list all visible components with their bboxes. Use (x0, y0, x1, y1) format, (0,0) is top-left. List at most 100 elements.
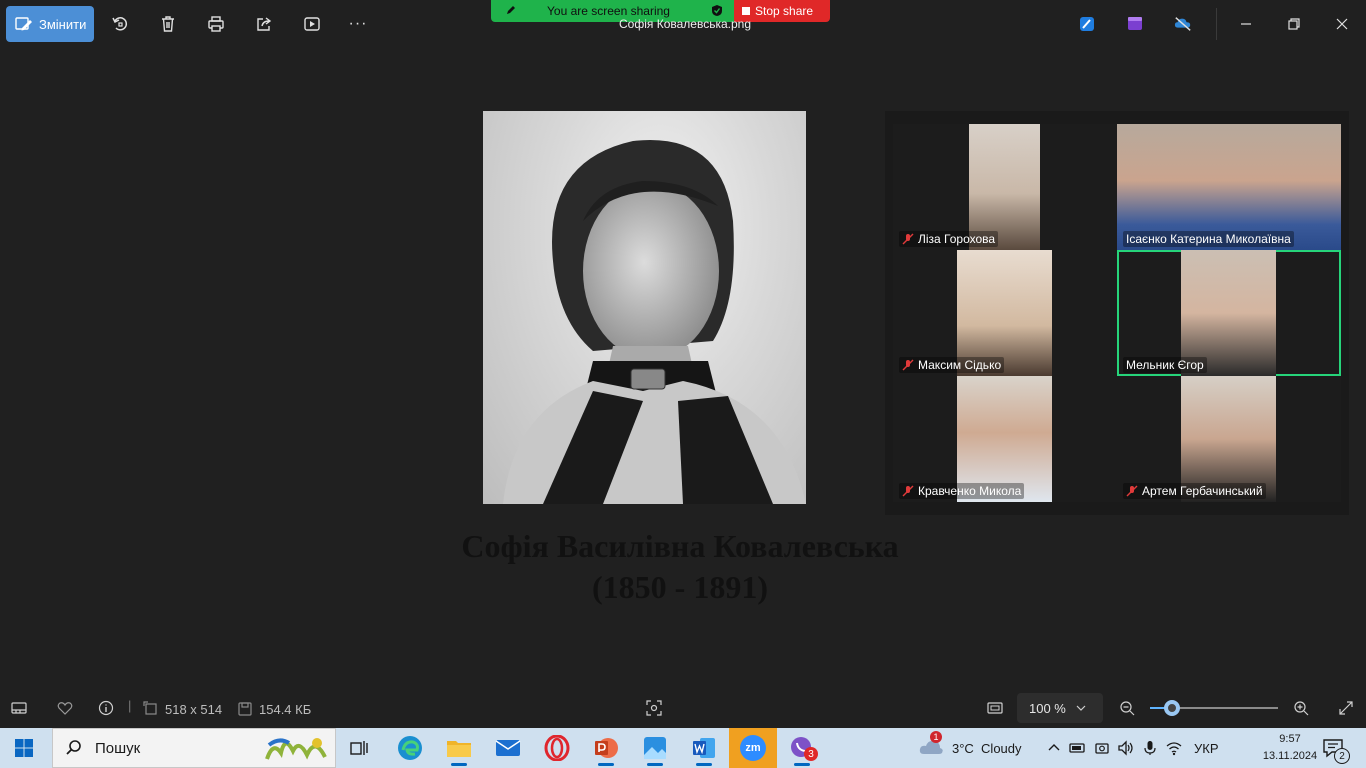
speaker-icon[interactable] (1117, 740, 1135, 756)
delete-button[interactable] (156, 12, 180, 36)
taskbar-search-box[interactable]: Пошук (52, 728, 336, 768)
participant-tile-speaking[interactable]: Мельник Єгор (1117, 250, 1341, 376)
mail-icon (495, 740, 521, 756)
slideshow-icon (304, 17, 320, 31)
dimensions-value: 518 x 514 (165, 701, 223, 717)
participant-name-tag: Ліза Горохова (899, 231, 999, 247)
crop-button[interactable] (646, 700, 662, 716)
more-options-button[interactable]: ··· (346, 12, 370, 36)
participant-name-tag: Артем Гербачинський (1123, 483, 1266, 499)
edit-button-label: Змінити (39, 16, 87, 32)
participant-name: Мельник Єгор (1126, 358, 1204, 372)
chevron-up-icon[interactable] (1046, 740, 1062, 756)
battery-icon[interactable] (1069, 740, 1087, 756)
word-app[interactable] (680, 728, 728, 768)
fullscreen-button[interactable] (1338, 700, 1354, 716)
participant-tile[interactable]: Ісаєнко Катерина Миколаївна (1117, 124, 1341, 250)
participant-tile[interactable]: Кравченко Микола (893, 376, 1117, 502)
edit-button[interactable]: Змінити (6, 6, 94, 42)
minimize-icon (1241, 23, 1251, 25)
clock-time: 9:57 (1279, 733, 1301, 745)
participant-tile[interactable]: Артем Гербачинський (1117, 376, 1341, 502)
clipchamp-button[interactable] (1123, 12, 1147, 36)
webcam-icon[interactable] (1094, 740, 1110, 756)
rotate-icon (112, 17, 128, 31)
weather-alert-badge: 1 (930, 730, 942, 743)
opera-app[interactable] (533, 728, 581, 768)
mic-muted-icon (902, 359, 914, 371)
zoom-out-button[interactable] (1119, 700, 1135, 716)
onedrive-button[interactable] (1171, 12, 1195, 36)
fit-to-window-button[interactable] (987, 700, 1003, 716)
participant-name: Кравченко Микола (918, 484, 1022, 498)
file-title: Софія Ковалевська.png (619, 17, 751, 31)
designer-button[interactable] (1075, 12, 1099, 36)
mic-muted-icon (902, 233, 914, 245)
powerpoint-app[interactable] (582, 728, 630, 768)
favorite-button[interactable] (57, 700, 73, 716)
onedrive-off-icon (1174, 17, 1191, 31)
start-button[interactable] (0, 728, 48, 768)
search-highlight-icon (265, 738, 327, 760)
minimize-button[interactable] (1234, 12, 1258, 36)
close-button[interactable] (1330, 12, 1354, 36)
wifi-icon[interactable] (1165, 740, 1183, 756)
edge-app[interactable] (386, 728, 434, 768)
participant-tile[interactable]: Максим Сідько (893, 250, 1117, 376)
toolbar-divider (1216, 8, 1217, 40)
weather-widget[interactable]: 1 3°C Cloudy (918, 728, 1022, 768)
rotate-button[interactable] (108, 12, 132, 36)
mail-app[interactable] (484, 728, 532, 768)
photos-app[interactable] (631, 728, 679, 768)
zoom-in-icon (1294, 701, 1309, 716)
running-indicator (696, 763, 712, 766)
info-icon (98, 700, 114, 716)
photos-icon (644, 737, 666, 759)
slideshow-button[interactable] (300, 12, 324, 36)
search-placeholder: Пошук (95, 739, 141, 757)
powerpoint-icon (595, 738, 618, 758)
folder-icon (447, 741, 471, 757)
zoom-gallery-view: Ліза Горохова Ісаєнко Катерина Миколаївн… (885, 111, 1349, 515)
share-button[interactable] (252, 12, 276, 36)
participant-name-tag: Ісаєнко Катерина Миколаївна (1123, 231, 1294, 247)
file-size-value: 154.4 КБ (259, 701, 312, 717)
print-button[interactable] (204, 12, 228, 36)
mic-muted-icon (1126, 485, 1138, 497)
share-icon (257, 17, 272, 31)
save-icon (238, 702, 252, 716)
printer-icon (208, 16, 224, 32)
notification-center-button[interactable]: 2 (1322, 728, 1350, 768)
task-view-button[interactable] (336, 728, 384, 768)
file-size: 154.4 КБ (237, 701, 311, 717)
dimensions-icon (143, 701, 157, 715)
restore-button[interactable] (1282, 12, 1306, 36)
caption-name: Софія Василівна Ковалевська (461, 528, 899, 564)
zoom-slider-thumb[interactable] (1163, 700, 1180, 716)
viber-unread-badge: 3 (804, 747, 818, 761)
participant-name-tag: Мельник Єгор (1123, 357, 1207, 373)
file-explorer-app[interactable] (435, 728, 483, 768)
filmstrip-button[interactable] (11, 700, 27, 716)
zoom-app[interactable]: zm (729, 728, 777, 768)
focus-frame-icon (646, 700, 662, 716)
microphone-icon[interactable] (1142, 740, 1158, 756)
mic-muted-icon (902, 485, 914, 497)
taskbar-clock[interactable]: 9:57 13.11.2024 (1262, 731, 1318, 765)
file-info-button[interactable] (98, 700, 114, 716)
zoom-icon: zm (740, 735, 766, 761)
participant-name-tag: Кравченко Микола (899, 483, 1025, 499)
stop-share-label: Stop share (755, 4, 814, 18)
zoom-in-button[interactable] (1293, 700, 1309, 716)
input-language[interactable]: УКР (1194, 741, 1219, 756)
edge-icon (398, 736, 422, 760)
annotate-icon[interactable] (505, 4, 517, 16)
trash-icon (162, 16, 174, 32)
zoom-out-icon (1120, 701, 1135, 716)
participant-tile[interactable]: Ліза Горохова (893, 124, 1117, 250)
zoom-level-dropdown[interactable]: 100 % (1017, 693, 1103, 723)
running-indicator (598, 763, 614, 766)
edit-image-icon (15, 17, 32, 31)
weather-text: 3°C Cloudy (952, 740, 1022, 756)
viber-app[interactable]: 3 (778, 728, 826, 768)
